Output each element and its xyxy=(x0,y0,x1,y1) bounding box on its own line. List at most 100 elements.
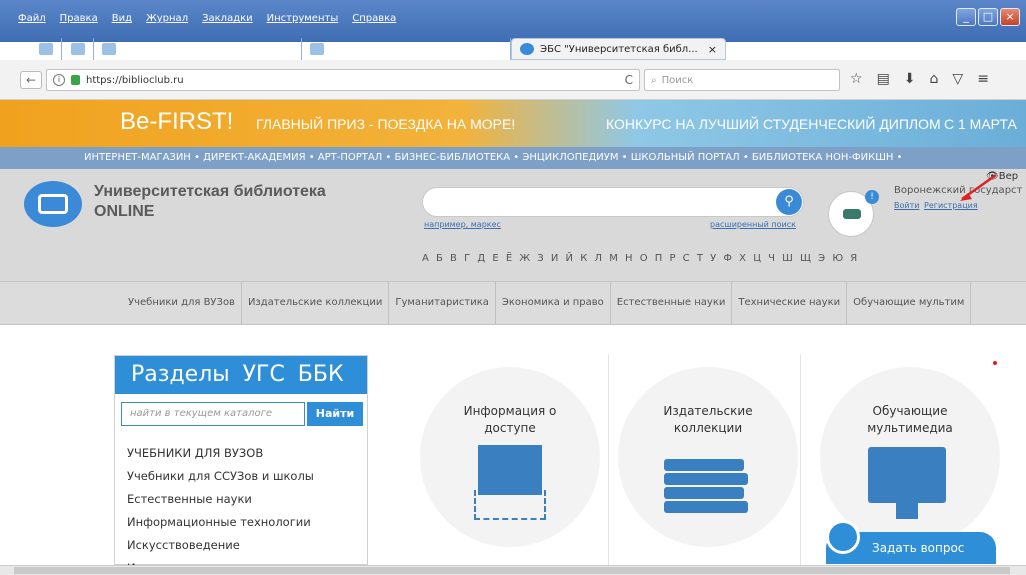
scan-frame-icon xyxy=(474,490,546,520)
new-tab-button[interactable]: + xyxy=(734,41,746,57)
divider xyxy=(608,355,609,565)
site-search-button[interactable]: ⚲ xyxy=(776,189,802,215)
books-icon xyxy=(664,473,748,485)
favicon-icon xyxy=(309,43,324,55)
menu-bookmarks[interactable]: Закладки xyxy=(202,13,253,24)
site-subtitle[interactable]: ONLINE xyxy=(94,203,154,221)
menu-history[interactable]: Журнал xyxy=(146,13,188,24)
bookmark-star-icon[interactable]: ☆ xyxy=(850,71,863,87)
tab-label: ЗНБ ВГУ / Читателям / Как ... xyxy=(122,43,274,55)
tab-close-icon[interactable]: × xyxy=(284,43,293,56)
category-item[interactable]: Учебники для ВУЗов xyxy=(122,282,242,324)
section-item[interactable]: УЧЕБНИКИ ДЛЯ ВУЗОВ xyxy=(127,446,314,469)
lock-icon xyxy=(71,75,80,85)
scrollbar-thumb[interactable] xyxy=(14,567,1010,574)
maximize-button[interactable]: □ xyxy=(978,8,998,26)
category-item[interactable]: Обучающие мультим xyxy=(847,282,972,324)
advanced-search-link[interactable]: расширенный поиск xyxy=(710,220,796,229)
favicon-icon xyxy=(102,43,116,55)
category-item[interactable]: Издательские коллекции xyxy=(242,282,390,324)
banner-prize: ГЛАВНЫЙ ПРИЗ - ПОЕЗДКА НА МОРЕ! xyxy=(256,116,516,132)
reading-list-icon[interactable]: ▤ xyxy=(877,71,890,87)
section-item[interactable]: Искусствоведение xyxy=(127,538,314,561)
sections-title: Разделы УГС ББК xyxy=(115,356,367,394)
reload-icon[interactable]: C xyxy=(625,73,633,87)
menu-file[interactable]: Файл xyxy=(18,13,46,24)
promo-banner[interactable]: Be-FIRST! ГЛАВНЫЙ ПРИЗ - ПОЕЗДКА НА МОРЕ… xyxy=(0,100,1026,147)
library-logo-icon[interactable] xyxy=(24,181,82,227)
red-arrow-annotation xyxy=(960,173,997,201)
back-button[interactable]: ← xyxy=(20,71,42,89)
favicon-icon xyxy=(38,43,53,55)
section-item[interactable]: Информационные технологии xyxy=(127,515,314,538)
menu-edit[interactable]: Правка xyxy=(60,13,98,24)
category-item[interactable]: Гуманитаристика xyxy=(389,282,496,324)
books-icon xyxy=(664,487,744,499)
car-icon xyxy=(843,209,861,219)
sections-list: УЧЕБНИКИ ДЛЯ ВУЗОВ Учебники для ССУЗов и… xyxy=(127,446,314,575)
catalog-search-button[interactable]: Найти xyxy=(307,402,363,426)
category-item[interactable]: Экономика и право xyxy=(496,282,611,324)
card-label: Обучающие мультимедиа xyxy=(867,404,953,435)
user-avatar[interactable]: ! xyxy=(828,190,879,237)
banner-contest: КОНКУРС НА ЛУЧШИЙ СТУДЕНЧЕСКИЙ ДИПЛОМ xyxy=(606,116,941,132)
url-text: https://biblioclub.ru xyxy=(86,74,184,86)
browser-toolbar: ☆ ▤ ⬇ ⌂ ▽ ≡ xyxy=(850,71,989,87)
minimize-button[interactable]: _ xyxy=(956,8,976,26)
section-item[interactable]: Естественные науки xyxy=(127,492,314,515)
books-icon xyxy=(664,501,748,513)
horizontal-scrollbar[interactable] xyxy=(0,565,1026,575)
card-label: Информация о доступе xyxy=(463,404,557,435)
banner-befirst: Be-FIRST! xyxy=(120,108,234,135)
tab-ebs[interactable]: ЭБС "Университетская библ... × xyxy=(511,38,726,60)
menu-help[interactable]: Справка xyxy=(352,13,396,24)
pocket-icon[interactable]: ▽ xyxy=(952,71,963,87)
search-placeholder: Поиск xyxy=(661,74,694,86)
card-publisher-collections[interactable] xyxy=(618,367,798,547)
banner-date: С 1 МАРТА xyxy=(944,116,1017,132)
menu-bar: Файл Правка Вид Журнал Закладки Инструме… xyxy=(18,13,396,24)
site-title[interactable]: Университетская библиотека xyxy=(94,183,326,201)
tab-label: ЭБС "Университетская библ... xyxy=(540,43,698,55)
tab-label: Ресурсы Зональной научно... xyxy=(329,43,483,55)
site-search-input[interactable] xyxy=(422,187,804,217)
tab-close-icon[interactable]: × xyxy=(493,43,502,56)
monitor-icon xyxy=(868,447,946,503)
close-window-button[interactable]: × xyxy=(1000,8,1020,26)
divider xyxy=(800,355,801,565)
favicon-icon xyxy=(70,43,85,55)
search-example-link[interactable]: например, маркес xyxy=(424,220,501,229)
navigation-bar: ← i https://biblioclub.ru C ⌕ Поиск ☆ ▤ … xyxy=(0,60,1026,100)
info-icon[interactable]: i xyxy=(53,74,65,86)
menu-tools[interactable]: Инструменты xyxy=(267,13,339,24)
tab-strip: ЗНБ ВГУ / Читателям / Как ... × Ресурсы З… xyxy=(30,36,746,60)
menu-view[interactable]: Вид xyxy=(112,13,132,24)
tab-resources[interactable]: Ресурсы Зональной научно... × xyxy=(302,38,512,60)
books-icon xyxy=(664,459,744,471)
browser-search[interactable]: ⌕ Поиск xyxy=(644,69,840,91)
address-bar[interactable]: i https://biblioclub.ru C xyxy=(46,69,640,91)
home-icon[interactable]: ⌂ xyxy=(930,71,939,87)
tab-pinned-1[interactable] xyxy=(30,38,62,60)
category-item[interactable]: Технические науки xyxy=(732,282,848,324)
monitor-stand-icon xyxy=(896,503,918,519)
chat-icon[interactable] xyxy=(826,520,860,554)
site-header: Университетская библиотека ONLINE ⚲ напр… xyxy=(0,169,1026,281)
tab-close-icon[interactable]: × xyxy=(708,43,717,56)
category-item[interactable]: Естественные науки xyxy=(611,282,733,324)
card-label: Издательские коллекции xyxy=(663,404,753,435)
download-icon[interactable]: ⬇ xyxy=(904,71,916,87)
version-label: Вер xyxy=(998,171,1019,182)
tab-znb[interactable]: ЗНБ ВГУ / Читателям / Как ... × xyxy=(94,38,302,60)
main-content: Разделы УГС ББК найти в текущем каталоге… xyxy=(0,325,1026,575)
section-item[interactable]: Учебники для ССУЗов и школы xyxy=(127,469,314,492)
alphabet-index[interactable]: А Б В Г Д Е Ё Ж З И Й К Л М Н О П Р С Т … xyxy=(422,253,859,264)
sections-panel: Разделы УГС ББК найти в текущем каталоге… xyxy=(114,355,368,575)
hamburger-menu-icon[interactable]: ≡ xyxy=(977,71,989,87)
portal-links[interactable]: ИНТЕРНЕТ-МАГАЗИН • ДИРЕКТ-АКАДЕМИЯ • АРТ… xyxy=(0,147,1026,169)
login-link[interactable]: Войти xyxy=(894,201,919,210)
category-nav: Учебники для ВУЗов Издательские коллекци… xyxy=(0,281,1026,325)
favicon-icon xyxy=(520,43,535,55)
tab-pinned-2[interactable] xyxy=(62,38,94,60)
catalog-search-input[interactable]: найти в текущем каталоге xyxy=(121,402,305,426)
